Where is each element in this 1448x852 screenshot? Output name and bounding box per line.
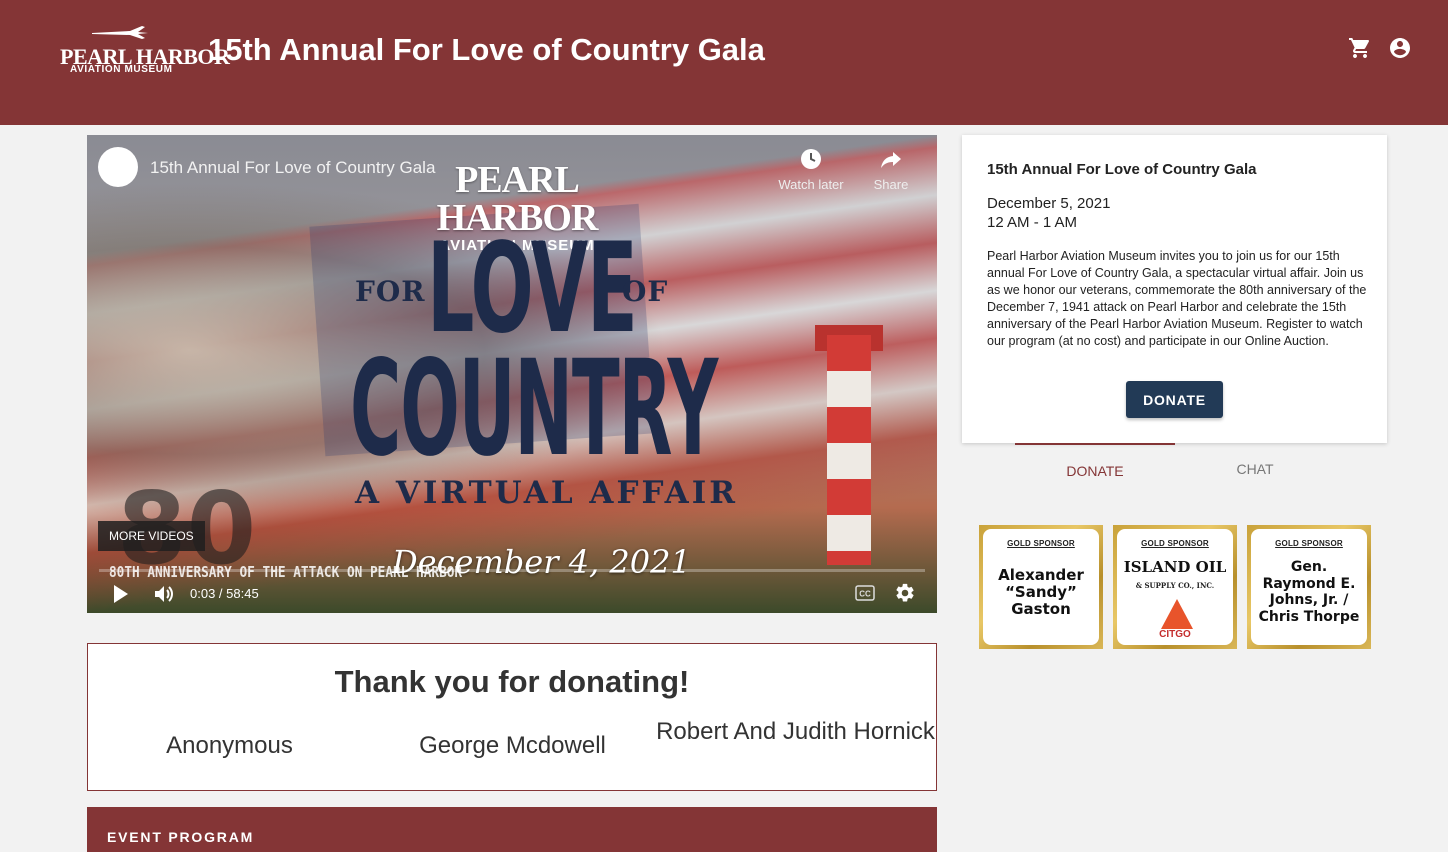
share-arrow-icon [879,147,903,171]
site-header: PEARL HARBOR AVIATION MUSEUM 15th Annual… [0,0,1448,125]
thumbnail-country: COUNTRY [350,332,718,486]
event-date: December 5, 2021 [987,195,1111,212]
event-program-section[interactable]: EVENT PROGRAM [87,807,937,852]
video-time: 0:03 / 58:45 [190,586,259,601]
event-description: Pearl Harbor Aviation Museum invites you… [987,249,1367,348]
thumbnail-of: OF [622,275,669,308]
donate-button[interactable]: DONATE [1126,381,1223,418]
event-info-card: 15th Annual For Love of Country Gala Dec… [962,135,1387,443]
thumbnail-for: FOR [355,275,426,308]
thanks-title: Thank you for donating! [334,664,690,699]
sponsor-subtitle: & SUPPLY CO., INC. [1135,581,1215,590]
citgo-trimark-icon [1161,599,1193,629]
sponsor-card-inner: GOLD SPONSOR ISLAND OIL & SUPPLY CO., IN… [1117,529,1233,645]
play-icon[interactable] [112,584,130,604]
channel-avatar[interactable] [98,147,138,187]
sponsor-card[interactable]: GOLD SPONSOR ISLAND OIL & SUPPLY CO., IN… [1113,525,1237,649]
watch-later-label: Watch later [778,177,844,192]
sponsor-card-inner: GOLD SPONSOR Gen. Raymond E. Johns, Jr. … [1251,529,1367,645]
tab-donate[interactable]: DONATE [1015,443,1175,491]
donor-name: Robert And Judith Hornick [656,718,935,745]
more-videos-button[interactable]: MORE VIDEOS [98,521,205,551]
watch-later-button[interactable]: Watch later [771,147,851,192]
closed-captions-icon[interactable]: CC [855,585,875,601]
sponsor-card[interactable]: GOLD SPONSOR Gen. Raymond E. Johns, Jr. … [1247,525,1371,649]
video-title[interactable]: 15th Annual For Love of Country Gala [150,158,435,178]
account-circle-icon[interactable] [1388,36,1412,60]
donor-thanks-box: Thank you for donating! Anonymous George… [87,643,937,791]
page-title: 15th Annual For Love of Country Gala [208,32,765,67]
sponsor-tier: GOLD SPONSOR [1007,539,1075,548]
thumbnail-anniversary: 80TH ANNIVERSARY OF THE ATTACK ON PEARL … [109,563,463,581]
sponsor-name: Alexander “Sandy” Gaston [998,566,1084,618]
donor-name: Anonymous [166,732,293,759]
shopping-cart-icon[interactable] [1348,36,1372,60]
share-label: Share [873,177,909,192]
sponsor-tier: GOLD SPONSOR [1275,539,1343,548]
settings-gear-icon[interactable] [894,582,916,604]
sponsor-name: ISLAND OIL [1123,558,1227,576]
thumbnail-virtual-affair: A VIRTUAL AFFAIR [355,475,738,511]
volume-icon[interactable] [154,584,176,604]
control-tower [827,335,871,565]
sponsor-tier: GOLD SPONSOR [1141,539,1209,548]
video-player[interactable]: 80 PEARL HARBOR AVIATION MUSEUM FOR LOVE… [87,135,937,613]
event-time: 12 AM - 1 AM [987,214,1078,231]
video-progress-bar[interactable] [99,569,925,572]
event-title: 15th Annual For Love of Country Gala [987,161,1257,178]
sponsor-card[interactable]: GOLD SPONSOR Alexander “Sandy” Gaston [979,525,1103,649]
airplane-icon [90,24,150,42]
sponsor-name: Gen. Raymond E. Johns, Jr. / Chris Thorp… [1258,559,1360,625]
donor-name: George Mcdowell [419,732,606,759]
clock-icon [799,147,823,171]
svg-text:CC: CC [859,590,871,599]
logo-line-2: AVIATION MUSEUM [70,64,173,75]
event-program-label: EVENT PROGRAM [107,829,255,845]
share-button[interactable]: Share [851,147,931,192]
sponsor-card-inner: GOLD SPONSOR Alexander “Sandy” Gaston [983,529,1099,645]
sponsor-brand: CITGO [1159,629,1191,640]
tab-chat[interactable]: CHAT [1175,443,1335,491]
museum-logo[interactable]: PEARL HARBOR AVIATION MUSEUM [60,24,230,76]
